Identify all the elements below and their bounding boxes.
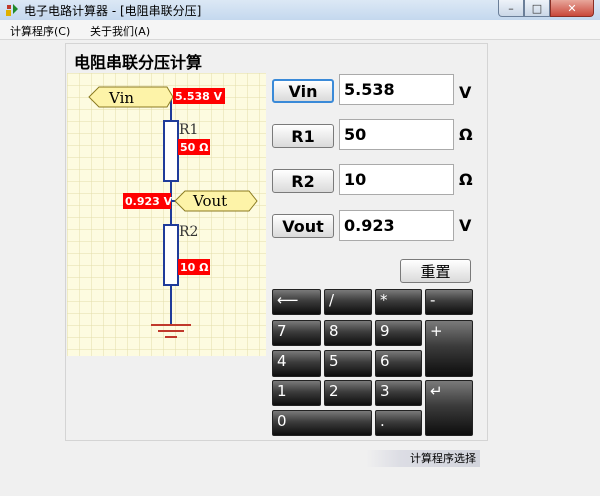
circuit-diagram: Vin 5.538 V R1 50 Ω 0.923 V Vout R2 10 Ω <box>67 73 266 356</box>
key-4[interactable]: 4 <box>272 350 321 377</box>
r1-unit: Ω <box>459 125 473 144</box>
vout-input[interactable] <box>339 210 454 241</box>
r2-label: R2 <box>179 224 198 240</box>
key-5[interactable]: 5 <box>324 350 372 377</box>
dot-key[interactable]: . <box>375 410 422 436</box>
backspace-key[interactable]: ⟵ <box>272 289 321 315</box>
r2-value: 10 Ω <box>180 261 209 274</box>
plus-key[interactable]: + <box>425 320 473 377</box>
app-icon <box>6 4 18 16</box>
multiply-key[interactable]: * <box>375 289 422 315</box>
title-bar: 电子电路计算器 - [电阻串联分压] – □ ✕ <box>0 0 600 21</box>
vout-button[interactable]: Vout <box>272 214 334 238</box>
vout-value: 0.923 V <box>125 195 173 208</box>
r1-button[interactable]: R1 <box>272 124 334 148</box>
key-6[interactable]: 6 <box>375 350 422 377</box>
r2-button[interactable]: R2 <box>272 169 334 193</box>
enter-key[interactable]: ↵ <box>425 380 473 436</box>
key-7[interactable]: 7 <box>272 320 321 346</box>
window-controls: – □ ✕ <box>498 0 594 18</box>
vin-value: 5.538 V <box>175 90 223 103</box>
circuit-svg: Vin 5.538 V R1 50 Ω 0.923 V Vout R2 10 Ω <box>67 73 266 356</box>
vin-button[interactable]: Vin <box>272 79 334 103</box>
vout-tag-label: Vout <box>192 192 227 210</box>
key-1[interactable]: 1 <box>272 380 321 406</box>
maximize-button[interactable]: □ <box>524 0 550 17</box>
vout-unit: V <box>459 216 472 235</box>
key-9[interactable]: 9 <box>375 320 422 346</box>
close-button[interactable]: ✕ <box>550 0 594 17</box>
window-title: 电子电路计算器 - [电阻串联分压] <box>24 4 202 18</box>
divide-key[interactable]: / <box>324 289 372 315</box>
grid-lines <box>67 73 266 356</box>
vin-tag-label: Vin <box>108 89 134 107</box>
program-select-button[interactable]: 计算程序选择 <box>366 450 480 467</box>
key-2[interactable]: 2 <box>324 380 372 406</box>
reset-button[interactable]: 重置 <box>400 259 471 283</box>
r2-unit: Ω <box>459 170 473 189</box>
panel-title: 电阻串联分压计算 <box>74 53 203 72</box>
menu-calc-program[interactable]: 计算程序(C) <box>10 23 70 39</box>
r1-input[interactable] <box>339 119 454 150</box>
resistor-r1 <box>163 120 179 182</box>
menu-about[interactable]: 关于我们(A) <box>90 23 150 39</box>
resistor-r2 <box>163 224 179 286</box>
r2-input[interactable] <box>339 164 454 195</box>
key-8[interactable]: 8 <box>324 320 372 346</box>
r1-label: R1 <box>179 122 198 138</box>
vin-unit: V <box>459 83 472 102</box>
menu-bar: 计算程序(C) 关于我们(A) <box>0 20 600 40</box>
minimize-button[interactable]: – <box>498 0 524 17</box>
key-0[interactable]: 0 <box>272 410 372 436</box>
vin-input[interactable] <box>339 74 454 105</box>
r1-value: 50 Ω <box>180 141 209 154</box>
minus-key[interactable]: - <box>425 289 473 315</box>
key-3[interactable]: 3 <box>375 380 422 406</box>
